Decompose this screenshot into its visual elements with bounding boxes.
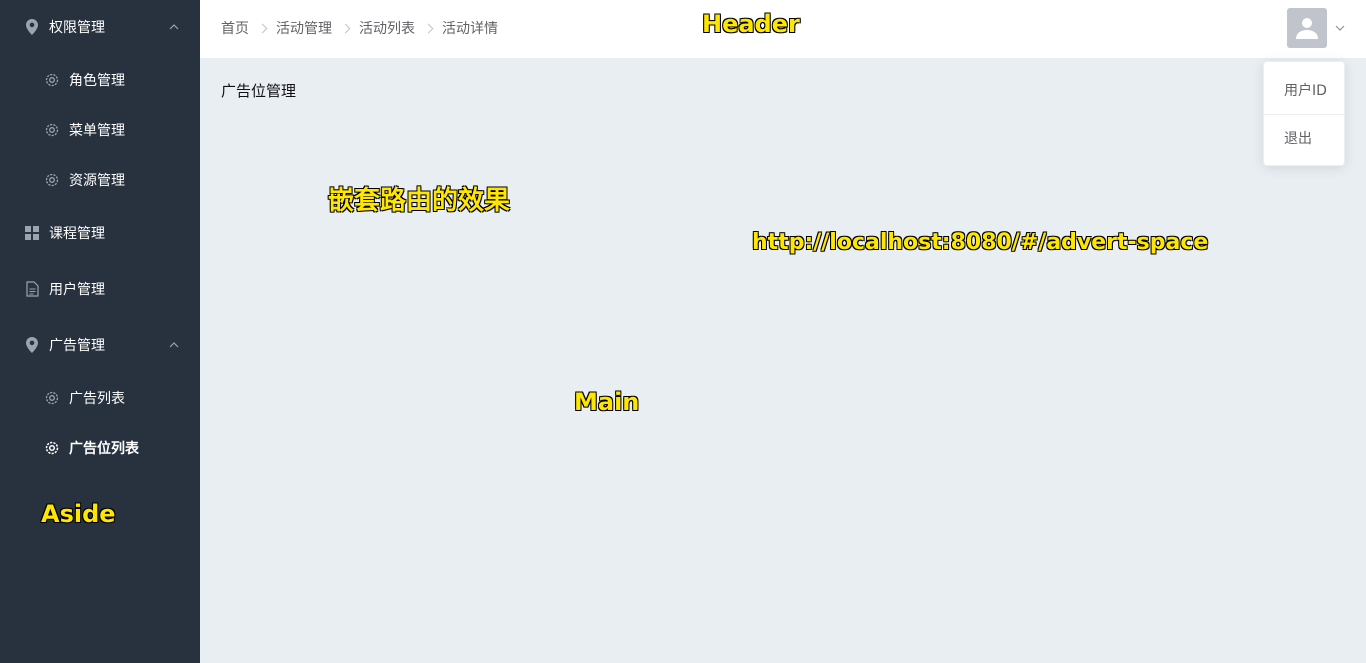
menu-label: 用户管理 [49, 282, 105, 298]
url-annotation: http://localhost:8080/#/advert-space [752, 230, 1209, 255]
aside-nav: 权限管理 角色管理 菜单管理 资源管理 课程管理 用户管理 广告管理 广告列表 … [0, 0, 200, 663]
menu-label: 角色管理 [69, 73, 125, 89]
menu-label: 广告列表 [69, 391, 125, 407]
main-annotation: Main [574, 388, 640, 416]
menu-label: 课程管理 [49, 226, 105, 242]
menu-advert-list[interactable]: 广告列表 [0, 373, 200, 423]
aside-annotation: Aside [41, 500, 116, 528]
chevron-right-icon [257, 23, 268, 33]
chevron-right-icon [340, 23, 351, 33]
header-annotation: Header [702, 10, 800, 38]
divider [1264, 114, 1344, 115]
menu-menu[interactable]: 菜单管理 [0, 105, 200, 155]
chevron-up-icon [169, 24, 179, 30]
location-icon [24, 19, 40, 35]
header: 首页 活动管理 活动列表 活动详情 Header [200, 0, 1366, 58]
gear-icon [44, 172, 60, 188]
menu-course[interactable]: 课程管理 [0, 208, 200, 258]
menu-role[interactable]: 角色管理 [0, 55, 200, 105]
menu-label: 广告管理 [49, 338, 105, 354]
chevron-down-icon[interactable] [1334, 22, 1346, 34]
breadcrumb-item[interactable]: 活动列表 [359, 18, 415, 38]
user-id-item[interactable]: 用户ID [1264, 68, 1344, 112]
menu-label: 资源管理 [69, 173, 125, 189]
gear-icon [44, 440, 60, 456]
menu-label: 权限管理 [49, 20, 105, 36]
breadcrumb: 首页 活动管理 活动列表 活动详情 [221, 0, 498, 56]
user-icon [1296, 18, 1318, 39]
menu-label: 菜单管理 [69, 123, 125, 139]
gear-icon [44, 122, 60, 138]
gear-icon [44, 390, 60, 406]
menu-resource[interactable]: 资源管理 [0, 155, 200, 205]
grid-icon [24, 225, 40, 241]
logout-item[interactable]: 退出 [1264, 116, 1344, 160]
menu-user[interactable]: 用户管理 [0, 264, 200, 314]
main-content: 广告位管理 嵌套路由的效果 http://localhost:8080/#/ad… [200, 58, 1366, 663]
user-dropdown-menu: 用户ID 退出 [1263, 61, 1345, 166]
chevron-up-icon [169, 342, 179, 348]
breadcrumb-item[interactable]: 活动管理 [276, 18, 332, 38]
chevron-right-icon [423, 23, 434, 33]
gear-icon [44, 72, 60, 88]
menu-label: 广告位列表 [69, 441, 139, 457]
breadcrumb-item[interactable]: 活动详情 [442, 18, 498, 38]
menu-advert-space-list[interactable]: 广告位列表 [0, 423, 200, 473]
page-title: 广告位管理 [221, 82, 297, 100]
menu-permission[interactable]: 权限管理 [0, 2, 200, 52]
location-icon [24, 337, 40, 353]
breadcrumb-item[interactable]: 首页 [221, 18, 249, 38]
nested-route-annotation: 嵌套路由的效果 [328, 186, 511, 216]
menu-advert[interactable]: 广告管理 [0, 320, 200, 370]
document-icon [24, 281, 40, 297]
avatar[interactable] [1287, 8, 1327, 48]
